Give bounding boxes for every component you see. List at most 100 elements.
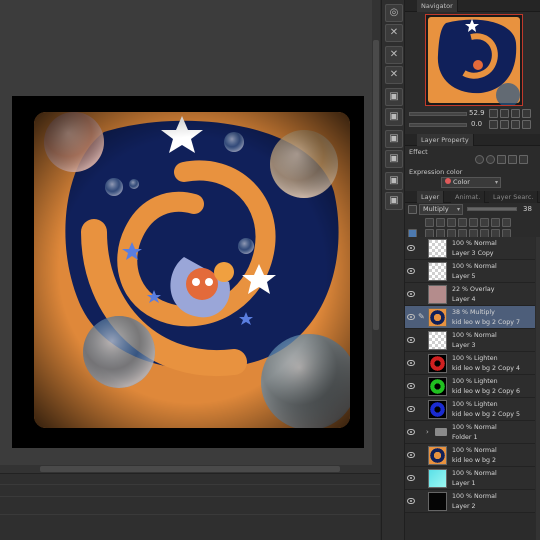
image-panel-icon[interactable]: ▣ — [385, 108, 403, 126]
draft-layer-icon[interactable] — [447, 218, 456, 227]
chevron-right-icon[interactable]: › — [426, 428, 429, 436]
canvas-horizontal-scrollbar[interactable] — [0, 465, 380, 473]
eye-icon[interactable] — [407, 452, 415, 458]
eye-icon[interactable] — [407, 245, 415, 251]
layer-name: Layer 2 — [452, 503, 476, 510]
reference-layer-icon[interactable] — [436, 218, 445, 227]
eye-icon[interactable] — [407, 337, 415, 343]
close-panel-icon[interactable]: ✕ — [385, 24, 403, 42]
layer-row[interactable]: 100 % Normal Layer 1 — [405, 467, 535, 490]
layer-row[interactable]: 100 % Normal Layer 3 Copy — [405, 237, 535, 260]
expression-color-dropdown[interactable]: Color ▾ — [441, 177, 501, 188]
artwork-canvas[interactable] — [34, 112, 350, 428]
navigator-preview[interactable] — [425, 14, 523, 107]
rotation-slider[interactable] — [409, 123, 467, 127]
scrollbar-thumb[interactable] — [40, 466, 340, 472]
image-panel-icon[interactable]: ▣ — [385, 172, 403, 190]
opacity-slider[interactable] — [467, 207, 517, 211]
tab-animation[interactable]: Animat. — [451, 191, 486, 203]
actual-size-icon[interactable] — [522, 109, 531, 118]
layer-thumbnail[interactable] — [428, 239, 447, 258]
layer-row[interactable]: ✎ 38 % Multiply kid leo w bg 2 Copy 7 — [405, 306, 535, 329]
layer-row[interactable]: 100 % Normal Layer 2 — [405, 490, 535, 513]
ruler-icon[interactable] — [491, 218, 500, 227]
tab-layer-search[interactable]: Layer Searc. — [489, 191, 539, 203]
layer-lock-icon[interactable] — [408, 205, 417, 214]
lock-transparency-icon[interactable] — [458, 218, 467, 227]
divider — [0, 496, 380, 497]
eye-icon[interactable] — [407, 291, 415, 297]
eye-icon[interactable] — [407, 475, 415, 481]
layer-thumbnail[interactable] — [428, 285, 447, 304]
layer-row[interactable]: 100 % Normal Layer 3 — [405, 329, 535, 352]
flip-icon[interactable] — [522, 120, 531, 129]
scrollbar-thumb[interactable] — [373, 40, 379, 330]
effect-watercolor-icon[interactable] — [486, 155, 495, 164]
tab-layer[interactable]: Layer — [417, 191, 445, 203]
fit-icon[interactable] — [511, 109, 520, 118]
layer-thumbnail[interactable] — [428, 469, 447, 488]
lock-layer-icon[interactable] — [469, 218, 478, 227]
effect-more-icon[interactable] — [519, 155, 528, 164]
layer-thumbnail[interactable] — [428, 331, 447, 350]
image-panel-icon[interactable]: ▣ — [385, 192, 403, 210]
layer-blend-info: 38 % Multiply — [452, 309, 495, 316]
eye-icon[interactable] — [407, 268, 415, 274]
opacity-value[interactable]: 38 — [523, 205, 532, 213]
eye-icon[interactable] — [407, 429, 415, 435]
layer-thumbnail[interactable] — [428, 492, 447, 511]
layer-row[interactable]: 100 % Lighten kid leo w bg 2 Copy 6 — [405, 375, 535, 398]
canvas-vertical-scrollbar[interactable] — [372, 0, 380, 465]
close-panel-icon[interactable]: ✕ — [385, 66, 403, 84]
image-panel-icon[interactable]: ▣ — [385, 130, 403, 148]
canvas-area[interactable] — [0, 0, 380, 465]
layer-row[interactable]: 100 % Lighten kid leo w bg 2 Copy 4 — [405, 352, 535, 375]
effect-color-icon[interactable] — [508, 155, 517, 164]
zoom-value[interactable]: 52.9 — [469, 109, 485, 117]
eye-icon[interactable] — [407, 383, 415, 389]
eye-icon[interactable] — [407, 498, 415, 504]
layer-thumbnail[interactable] — [428, 446, 447, 465]
layer-row[interactable]: › 100 % Normal Folder 1 — [405, 421, 535, 444]
layer-name: Folder 1 — [452, 434, 478, 441]
layer-thumbnail[interactable] — [428, 377, 447, 396]
folder-icon — [435, 428, 447, 436]
layer-name: Layer 3 — [452, 342, 476, 349]
close-panel-icon[interactable]: ✕ — [385, 46, 403, 64]
blend-mode-dropdown[interactable]: Multiply ▾ — [419, 204, 463, 215]
layer-row[interactable]: 100 % Normal kid leo w bg 2 — [405, 444, 535, 467]
rotation-value[interactable]: 0.0 — [471, 120, 482, 128]
palette-color-icon[interactable] — [502, 218, 511, 227]
zoom-out-icon[interactable] — [500, 109, 509, 118]
layer-blend-info: 100 % Normal — [452, 332, 497, 339]
chevron-down-icon: ▾ — [456, 206, 460, 213]
zoom-in-icon[interactable] — [489, 109, 498, 118]
navigator-panel-icon[interactable]: ◎ — [385, 4, 403, 22]
layer-thumbnail[interactable] — [428, 262, 447, 281]
layer-blend-info: 100 % Lighten — [452, 378, 498, 385]
expression-color-value: Color — [453, 178, 470, 186]
image-panel-icon[interactable]: ▣ — [385, 150, 403, 168]
layer-thumbnail[interactable] — [428, 400, 447, 419]
zoom-slider[interactable] — [409, 112, 467, 116]
layer-thumbnail[interactable] — [428, 308, 447, 327]
reset-rotation-icon[interactable] — [511, 120, 520, 129]
eye-icon[interactable] — [407, 406, 415, 412]
layer-thumbnail[interactable] — [428, 354, 447, 373]
layer-scrollbar[interactable] — [536, 237, 540, 540]
artwork-frame[interactable] — [12, 96, 364, 448]
mask-icon[interactable] — [480, 218, 489, 227]
tab-navigator[interactable]: Navigator — [417, 0, 458, 12]
image-panel-icon[interactable]: ▣ — [385, 88, 403, 106]
rotate-right-icon[interactable] — [500, 120, 509, 129]
layer-row[interactable]: 22 % Overlay Layer 4 — [405, 283, 535, 306]
eye-icon[interactable] — [407, 314, 415, 320]
layer-row[interactable]: 100 % Normal Layer 5 — [405, 260, 535, 283]
layer-name: kid leo w bg 2 Copy 5 — [452, 411, 521, 418]
rotate-left-icon[interactable] — [489, 120, 498, 129]
clip-layer-icon[interactable] — [425, 218, 434, 227]
effect-tone-icon[interactable] — [497, 155, 506, 164]
effect-border-icon[interactable] — [475, 155, 484, 164]
eye-icon[interactable] — [407, 360, 415, 366]
layer-row[interactable]: 100 % Lighten kid leo w bg 2 Copy 5 — [405, 398, 535, 421]
